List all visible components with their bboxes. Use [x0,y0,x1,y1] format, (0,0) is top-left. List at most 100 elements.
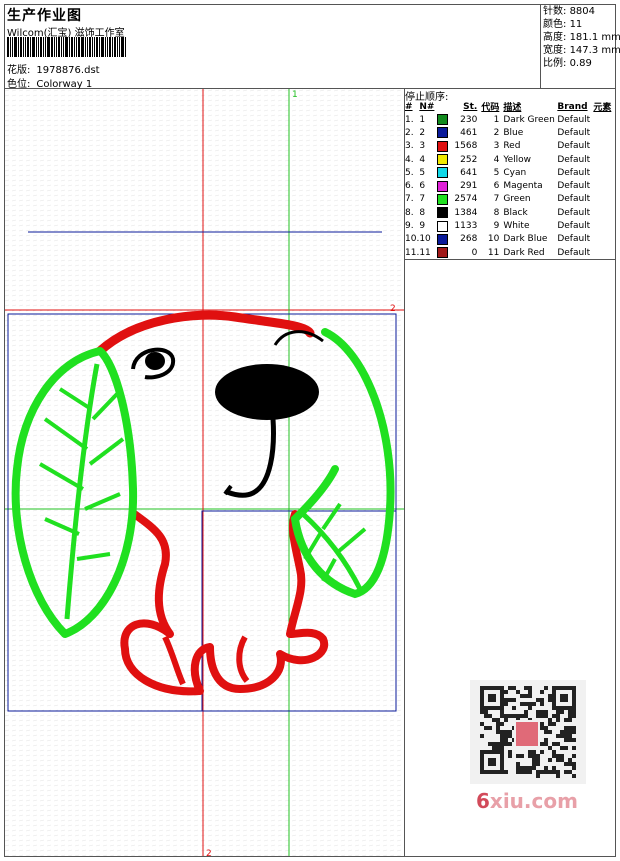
row-element [593,193,616,206]
row-swatch [437,193,451,206]
row-needle: 11 [419,247,431,258]
row-needle: 8 [419,207,426,218]
row-brand: Default [557,247,591,258]
stat-stitches: 针数: 8804 [543,6,596,17]
table-row[interactable]: 7. 7 2574 7 Green Default [405,193,616,206]
col-index: # [405,101,413,112]
row-element [593,153,616,166]
row-element [593,113,616,126]
row-element [593,233,616,246]
row-brand: Default [557,207,591,218]
table-row[interactable]: 8. 8 1384 8 Black Default [405,206,616,219]
row-needle: 3 [419,141,426,152]
row-stitches: 461 [460,127,478,138]
row-brand: Default [557,154,591,165]
row-description: Dark Green [503,114,555,125]
row-code: 6 [493,181,500,192]
row-code: 10 [487,234,500,245]
stat-scale: 比例: 0.89 [543,58,592,69]
row-code: 11 [487,247,500,258]
row-description: Cyan [503,167,527,178]
design-stats: 针数: 8804 颜色: 11 高度: 181.1 mm 宽度: 147.3 m… [543,5,620,70]
row-brand: Default [557,194,591,205]
row-element [593,246,616,259]
row-index: 8. [405,207,414,218]
row-brand: Default [557,167,591,178]
row-index: 4. [405,154,414,165]
row-description: Black [503,207,528,218]
row-description: Dark Blue [503,234,548,245]
row-index: 2. [405,127,414,138]
row-brand: Default [557,221,591,232]
color-swatch [437,247,449,259]
guide-label-v1: 1 [292,90,298,100]
row-description: Yellow [503,154,532,165]
row-element [593,140,616,153]
table-row[interactable]: 5. 5 641 5 Cyan Default [405,166,616,179]
row-needle: 6 [419,181,426,192]
thread-color-table: # N# St. 代码 描述 Brand 元素 1. 1 230 1 Dark Gree… [405,100,616,259]
row-description: Magenta [503,181,543,192]
color-swatch [437,114,449,126]
row-index: 3. [405,141,414,152]
row-brand: Default [557,127,591,138]
col-code: 代码 [481,103,500,113]
row-needle: 4 [419,154,426,165]
row-description: Dark Red [503,247,545,258]
color-swatch [437,167,449,179]
stat-colors: 颜色: 11 [543,19,583,30]
color-swatch [437,140,449,152]
row-element [593,179,616,192]
row-swatch [437,219,451,232]
row-element [593,126,616,139]
row-brand: Default [557,114,591,125]
row-description: Red [503,141,521,152]
table-row[interactable]: 10. 10 268 10 Dark Blue Default [405,233,616,246]
table-row[interactable]: 4. 4 252 4 Yellow Default [405,153,616,166]
stat-width: 宽度: 147.3 mm [543,45,620,56]
col-needle: N# [419,101,435,112]
table-row[interactable]: 1. 1 230 1 Dark Green Default [405,113,616,126]
row-code: 9 [493,221,500,232]
page-title: 生产作业图 [7,8,82,24]
row-swatch [437,246,451,259]
qr-code-icon [470,680,586,784]
row-code: 1 [493,114,500,125]
barcode-icon [7,37,142,57]
row-needle: 9 [419,221,426,232]
guide-label-v2: 2 [206,849,212,856]
row-index: 5. [405,167,414,178]
row-element [593,166,616,179]
row-needle: 10 [419,234,431,245]
watermark-logo: 6xiu.com [476,789,578,813]
colorway-line: 色位: Colorway 1 [7,75,92,90]
stat-height: 高度: 181.1 mm [543,32,620,43]
row-swatch [437,113,451,126]
design-file-line: 花版: 1978876.dst [7,61,100,76]
row-stitches: 252 [460,154,478,165]
row-stitches: 641 [460,167,478,178]
row-stitches: 1568 [454,141,478,152]
table-row[interactable]: 3. 3 1568 3 Red Default [405,140,616,153]
table-row[interactable]: 6. 6 291 6 Magenta Default [405,179,616,192]
row-description: Green [503,194,531,205]
table-header-row: # N# St. 代码 描述 Brand 元素 [405,100,616,114]
table-row[interactable]: 9. 9 1133 9 White Default [405,219,616,232]
row-element [593,206,616,219]
row-index: 10. [405,234,420,245]
table-row[interactable]: 2. 2 461 2 Blue Default [405,126,616,139]
row-code: 5 [493,167,500,178]
row-swatch [437,166,451,179]
design-drawing: 1 2 2 [5,89,404,856]
guide-label-h2: 2 [390,304,396,314]
row-index: 7. [405,194,414,205]
row-code: 4 [493,154,500,165]
row-swatch [437,140,451,153]
row-needle: 1 [419,114,426,125]
embroidery-preview[interactable]: 1 2 2 [5,89,404,856]
row-stitches: 2574 [454,194,478,205]
table-row[interactable]: 11. 11 0 11 Dark Red Default [405,246,616,259]
row-stitches: 291 [460,181,478,192]
row-swatch [437,233,451,246]
col-element: 元素 [593,103,612,113]
